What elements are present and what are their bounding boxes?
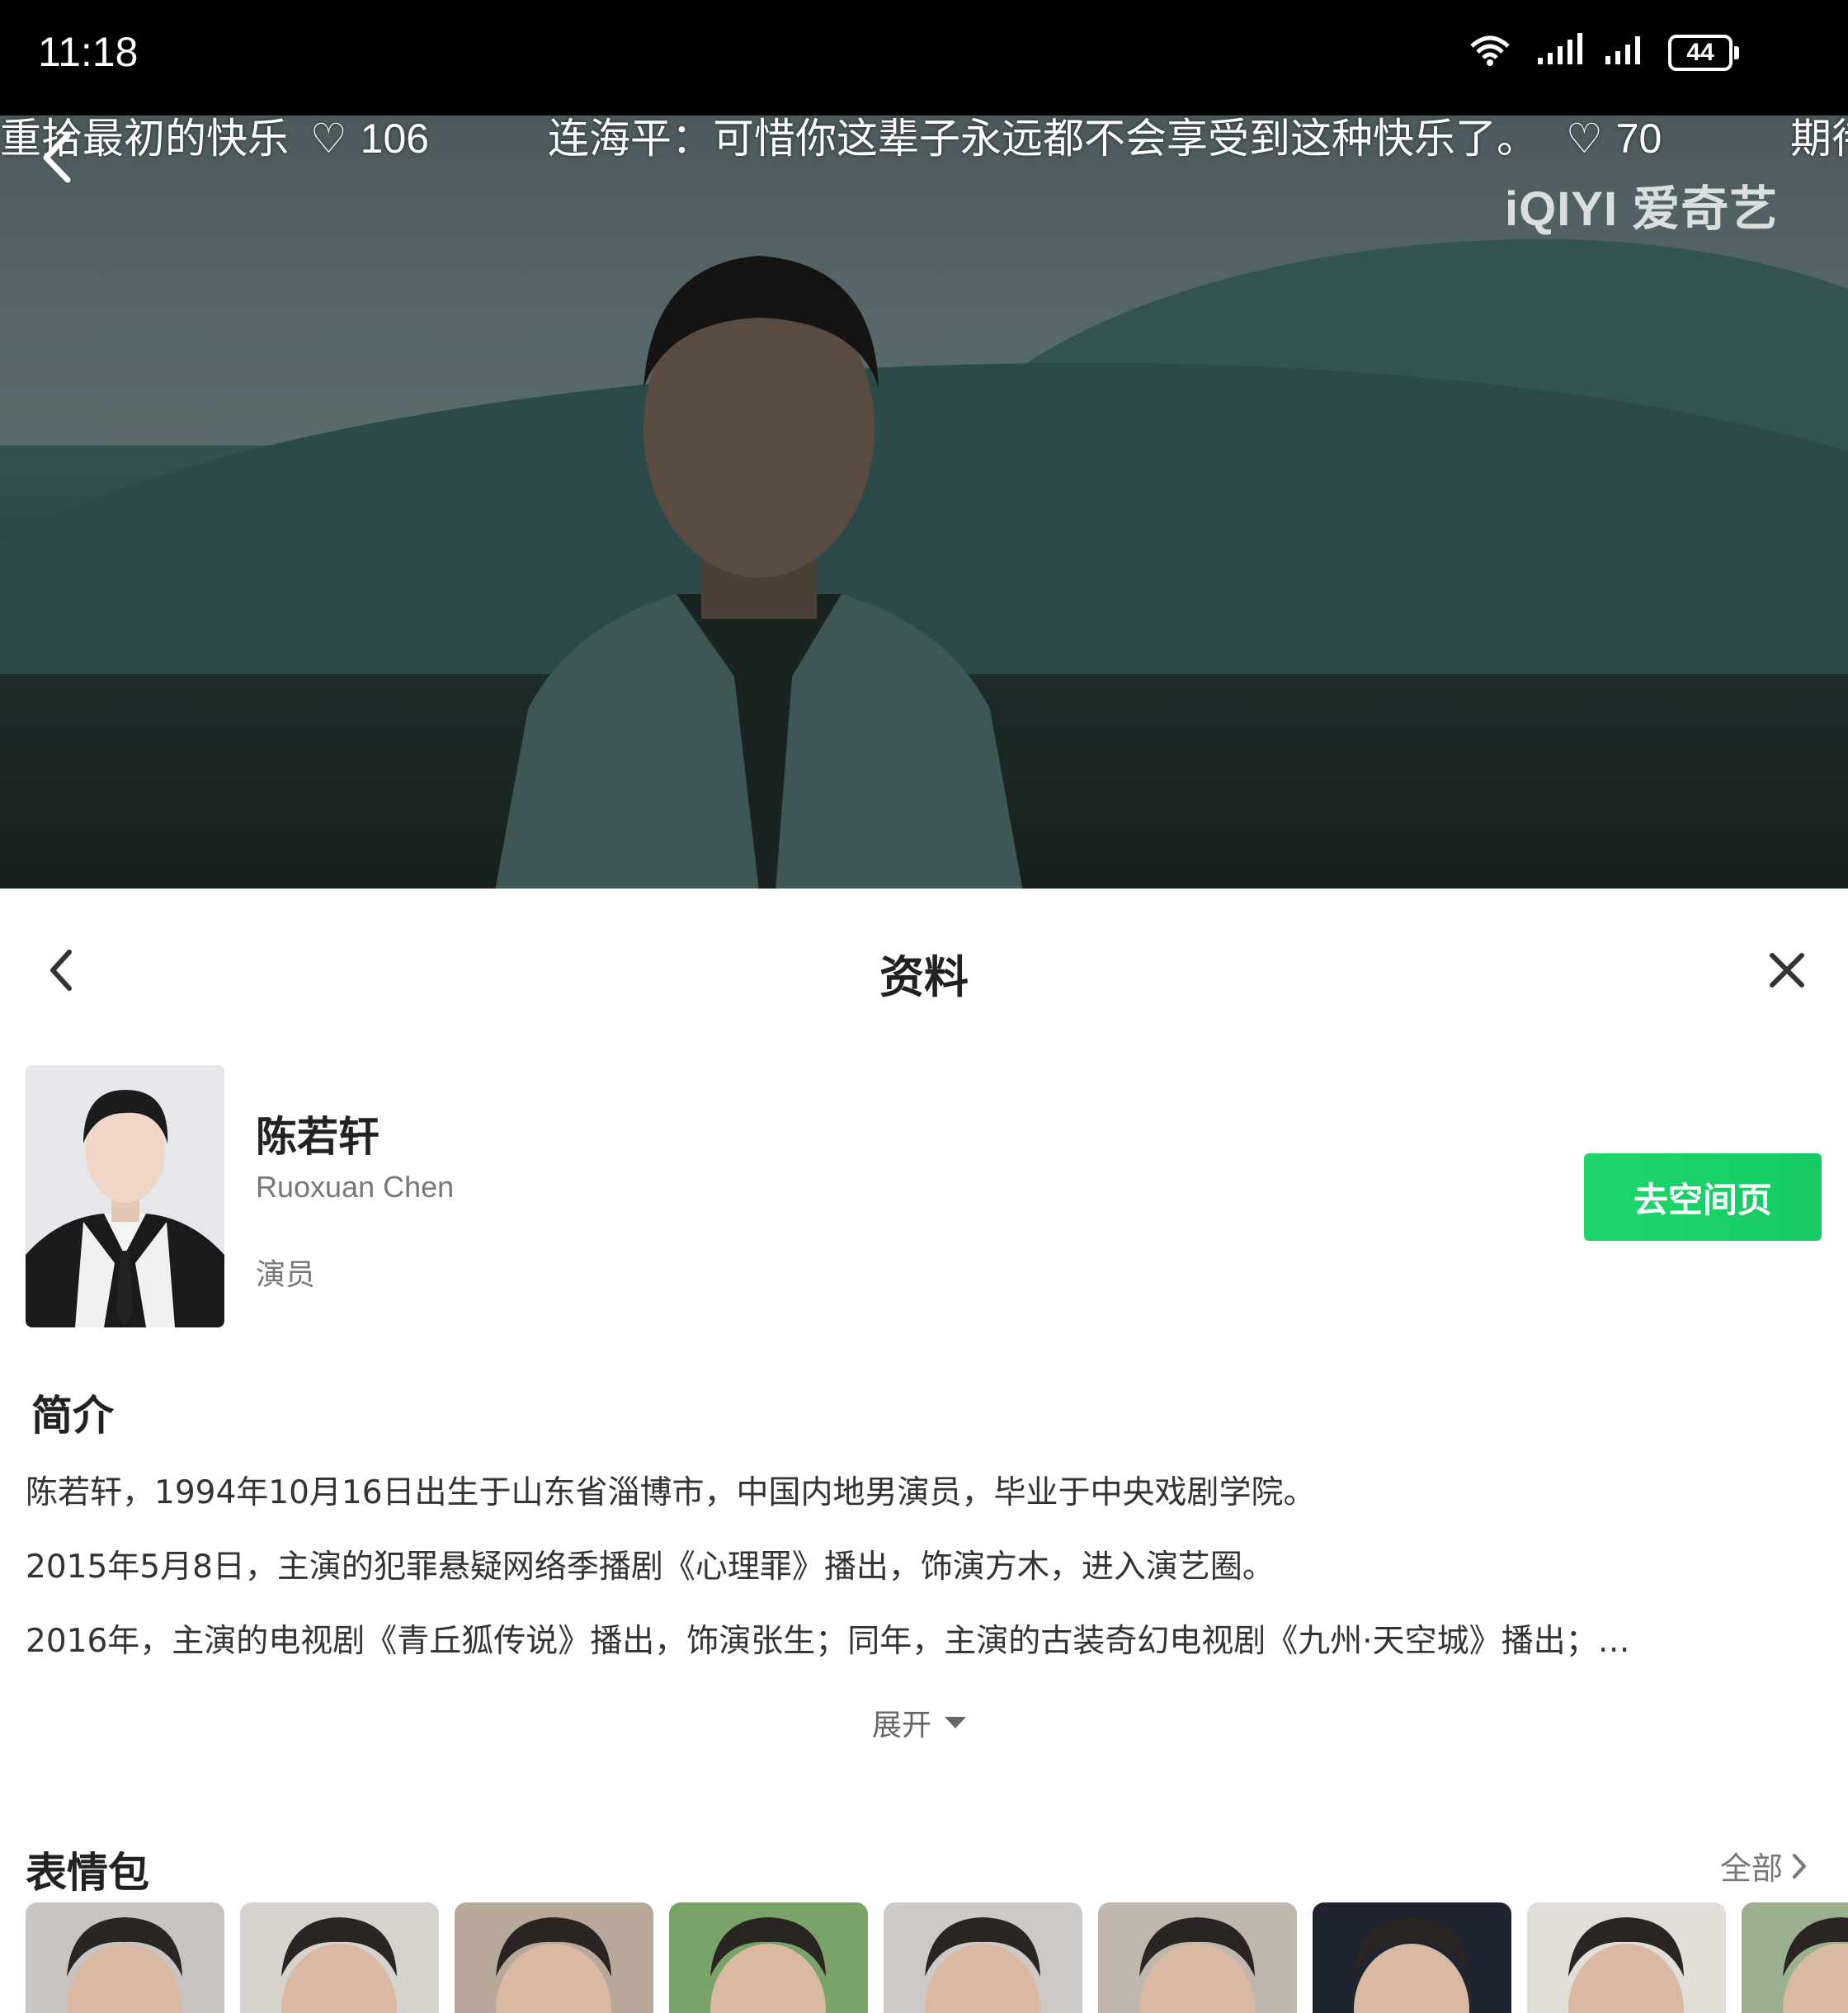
sticker-thumbnail[interactable] (1098, 1902, 1297, 2013)
video-actor-figure (495, 256, 1023, 889)
sticker-thumbnail[interactable] (884, 1902, 1082, 2013)
sticker-thumbnail[interactable] (455, 1902, 653, 2013)
danmaku-item: 期待 (1790, 116, 1848, 163)
caret-down-icon (945, 1717, 967, 1728)
sticker-thumbnail[interactable] (1742, 1902, 1848, 2013)
video-back-icon[interactable] (36, 129, 78, 186)
go-to-space-button[interactable]: 去空间页 (1584, 1153, 1822, 1241)
close-icon[interactable] (1767, 950, 1807, 990)
sticker-thumbnail[interactable] (1313, 1902, 1511, 2013)
status-time: 11:18 (38, 29, 139, 75)
danmaku-item: 连海平：可惜你这辈子永远都不会享受到这种快乐了。 ♡ 70 (548, 116, 1662, 163)
sticker-thumbnail[interactable] (669, 1902, 868, 2013)
expand-button[interactable]: 展开 (872, 1701, 968, 1744)
actor-avatar[interactable] (26, 1065, 224, 1327)
signal-1-icon (1538, 33, 1582, 64)
intro-line: 陈若轩，1994年10月16日出生于山东省淄博市，中国内地男演员，毕业于中央戏剧… (26, 1474, 1316, 1511)
battery-indicator: 44 (1668, 35, 1739, 71)
stickers-title: 表情包 (26, 1849, 149, 1897)
signal-2-icon (1605, 36, 1640, 64)
status-icons (1468, 33, 1642, 66)
intro-line: 2016年，主演的电视剧《青丘狐传说》播出，饰演张生；同年，主演的古装奇幻电视剧… (26, 1623, 1630, 1660)
all-label: 全部 (1720, 1850, 1784, 1887)
chevron-right-icon (1793, 1853, 1807, 1879)
profile-sheet: 资料 陈若轩 Ruoxuan Chen 演员 去空间页 简介 陈若轩，1994年… (0, 904, 1848, 2013)
sticker-thumbnail[interactable] (1527, 1902, 1726, 2013)
sticker-thumbnail[interactable] (26, 1902, 224, 2013)
sheet-title: 资料 (879, 951, 969, 1003)
sticker-strip (26, 1902, 1848, 2013)
expand-label: 展开 (872, 1709, 932, 1742)
wifi-icon (1470, 35, 1510, 66)
actor-role: 演员 (256, 1258, 316, 1292)
actor-english-name: Ruoxuan Chen (256, 1170, 455, 1204)
intro-title: 简介 (31, 1392, 114, 1440)
sticker-thumbnail[interactable] (240, 1902, 439, 2013)
video-player[interactable]: 重拾最初的快乐 ♡ 106 连海平：可惜你这辈子永远都不会享受到这种快乐了。 ♡… (0, 116, 1848, 889)
iqiyi-watermark: iQIYI 爱奇艺 (1505, 182, 1779, 236)
stickers-all-link[interactable]: 全部 (1720, 1843, 1808, 1888)
heart-icon: ♡ (309, 116, 347, 163)
intro-line: 2015年5月8日，主演的犯罪悬疑网络季播剧《心理罪》播出，饰演方木，进入演艺圈… (26, 1549, 1275, 1586)
actor-name: 陈若轩 (256, 1113, 380, 1161)
heart-icon: ♡ (1565, 116, 1603, 163)
status-bar: 11:18 44 (0, 0, 1848, 116)
